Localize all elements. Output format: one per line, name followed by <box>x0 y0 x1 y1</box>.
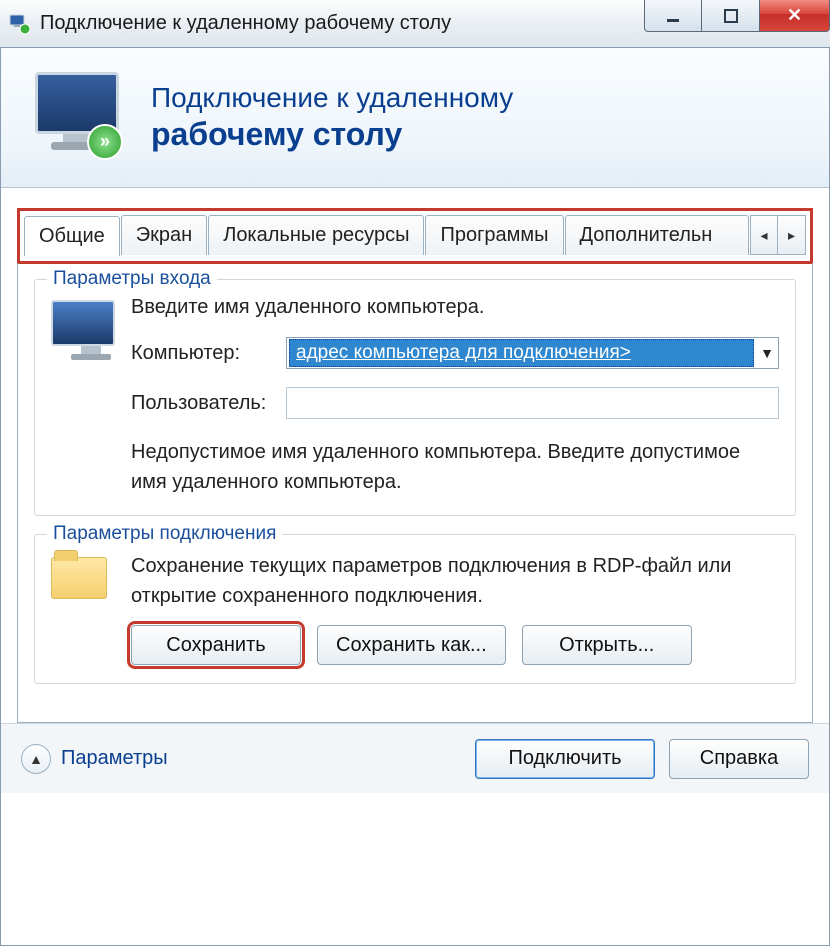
monitor-icon <box>51 296 131 497</box>
tab-programs[interactable]: Программы <box>425 215 563 255</box>
tab-scroll-right[interactable]: ▸ <box>778 215 806 255</box>
user-field[interactable] <box>286 387 779 419</box>
tab-advanced[interactable]: Дополнительн <box>565 215 749 255</box>
computer-combo[interactable]: адрес компьютера для подключения> ▼ <box>286 337 779 369</box>
footer: ▲ Параметры Подключить Справка <box>1 723 829 793</box>
connection-description: Сохранение текущих параметров подключени… <box>131 551 779 611</box>
login-instruction: Введите имя удаленного компьютера. <box>131 296 779 319</box>
minimize-button[interactable] <box>644 0 702 32</box>
window-title: Подключение к удаленному рабочему столу <box>40 12 451 35</box>
rdp-icon: » <box>31 68 131 168</box>
tab-local[interactable]: Локальные ресурсы <box>208 215 424 255</box>
group-login-title: Параметры входа <box>47 268 217 290</box>
user-label: Пользователь: <box>131 392 286 415</box>
tab-display[interactable]: Экран <box>121 215 207 255</box>
open-button[interactable]: Открыть... <box>522 625 692 665</box>
connect-badge-icon: » <box>87 124 123 160</box>
group-connection-title: Параметры подключения <box>47 523 282 545</box>
group-connection: Параметры подключения Сохранение текущих… <box>34 534 796 684</box>
options-label[interactable]: Параметры <box>61 747 475 770</box>
window-buttons: ✕ <box>644 0 830 32</box>
chevron-down-icon[interactable]: ▼ <box>756 345 778 361</box>
folder-icon <box>51 551 131 665</box>
collapse-options-button[interactable]: ▲ <box>21 744 51 774</box>
computer-label: Компьютер: <box>131 342 286 365</box>
tab-page-general: Параметры входа Введите имя удаленного к… <box>17 263 813 723</box>
banner-line2: рабочему столу <box>151 116 513 153</box>
tab-general[interactable]: Общие <box>24 216 120 256</box>
header-banner: » Подключение к удаленному рабочему стол… <box>1 48 829 188</box>
maximize-button[interactable] <box>702 0 760 32</box>
tab-scroll-left[interactable]: ◂ <box>750 215 778 255</box>
close-button[interactable]: ✕ <box>760 0 830 32</box>
tab-strip: Общие Экран Локальные ресурсы Программы … <box>17 208 813 264</box>
computer-value[interactable]: адрес компьютера для подключения> <box>289 339 754 367</box>
group-login: Параметры входа Введите имя удаленного к… <box>34 279 796 516</box>
save-button[interactable]: Сохранить <box>131 625 301 665</box>
login-warning: Недопустимое имя удаленного компьютера. … <box>131 437 779 497</box>
titlebar: Подключение к удаленному рабочему столу … <box>0 0 830 48</box>
connect-button[interactable]: Подключить <box>475 739 655 779</box>
app-icon <box>8 12 32 36</box>
help-button[interactable]: Справка <box>669 739 809 779</box>
banner-line1: Подключение к удаленному <box>151 82 513 114</box>
save-as-button[interactable]: Сохранить как... <box>317 625 506 665</box>
